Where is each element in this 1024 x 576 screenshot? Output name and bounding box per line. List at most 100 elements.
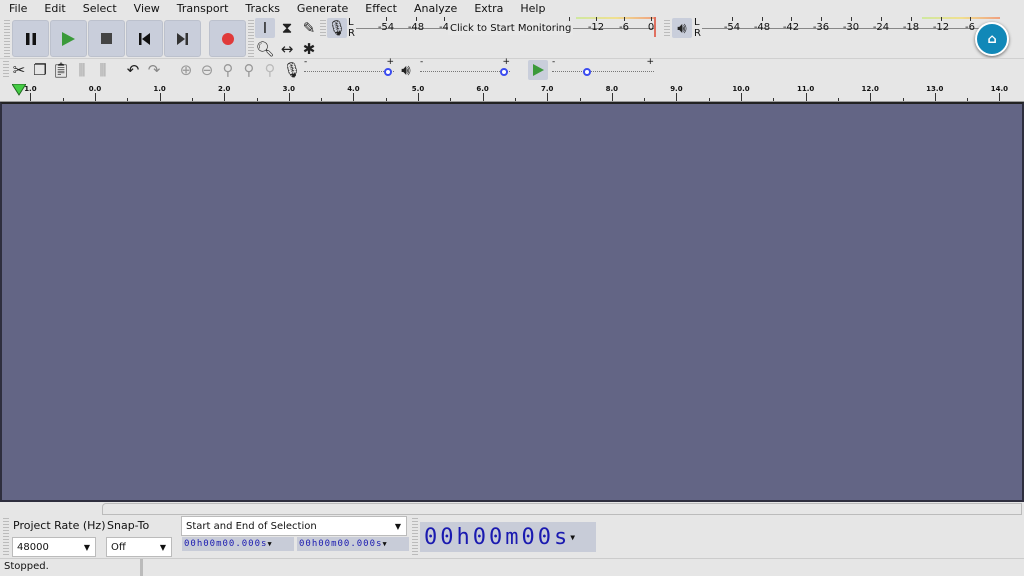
ruler-tick [870,93,872,101]
record-button[interactable] [209,20,246,57]
horizontal-scrollbar[interactable] [102,503,1022,515]
record-volume-slider[interactable]: - + [304,57,396,78]
paste-button[interactable]: 📋︎ [51,60,71,80]
ruler-label: 4.0 [347,85,360,93]
fit-selection-button[interactable]: ⚲ [218,60,238,80]
pause-button[interactable] [12,20,49,57]
meter-label: 0 [647,22,655,33]
timeshift-tool-button[interactable]: ↔ [277,39,297,59]
multi-tool-button[interactable]: ✱ [299,39,319,59]
trim-button[interactable]: ⫼ [72,60,92,80]
selection-end-time[interactable]: 00h00m00.000s ▼ [297,537,409,551]
menu-edit[interactable]: Edit [35,0,73,17]
channel-right: R [694,28,701,39]
ruler-minor-tick [773,98,775,101]
slider-thumb[interactable] [500,68,508,76]
tools-toolbar: I ⧗ ✎ 🔍︎ ↔ ✱ [255,18,320,59]
zoom-tool-button[interactable]: 🔍︎ [255,39,275,59]
ruler-label: 1.0 [24,85,37,93]
skip-to-end-button[interactable] [164,20,201,57]
play-speed-slider[interactable]: - + [552,57,656,78]
record-volume-icon-wrap: 🎙︎ [282,60,302,80]
seconds-unit: s [554,524,571,550]
selection-tool-button[interactable]: I [255,18,275,38]
toolbar-grip[interactable] [320,20,326,38]
project-rate-select[interactable]: 48000 ▼ [12,537,96,557]
camera-icon: ⌂ [987,31,997,47]
redo-icon: ↷ [147,61,161,79]
ruler-label: 11.0 [796,85,815,93]
zoom-out-button[interactable]: ⊖ [197,60,217,80]
menu-file[interactable]: File [0,0,35,17]
menu-tracks[interactable]: Tracks [236,0,288,17]
chevron-down-icon: ▼ [83,542,90,552]
track-area[interactable] [0,102,1024,502]
meter-label: -18 [902,22,920,33]
toolbar-grip[interactable] [664,20,670,38]
meter-label: -54 [723,22,741,33]
selection-start-time[interactable]: 00h00m00.000s ▼ [182,537,294,551]
ruler-tick [30,93,32,101]
edit-toolbar: ✂ ❐ 📋︎ ⫼ ⫼ ↶ ↷ ⊕ ⊖ ⚲ ⚲ ⚲ [9,60,280,80]
chevron-down-icon: ▼ [382,540,388,548]
selection-end-value: 00h00m00.000s [299,539,383,549]
silence-button[interactable]: ⫼ [93,60,113,80]
ruler-label: 8.0 [605,85,618,93]
ruler-tick [547,93,549,101]
copy-button[interactable]: ❐ [30,60,50,80]
playback-meter-button[interactable]: 🔊︎ [672,18,692,38]
ruler-minor-tick [967,98,969,101]
chevron-down-icon: ▼ [267,540,273,548]
playback-volume-slider[interactable]: - + [420,57,512,78]
selection-mode-select[interactable]: Start and End of Selection ▼ [181,516,407,536]
ruler-tick [418,93,419,101]
ruler-tick [741,93,742,101]
ruler-label: 9.0 [670,85,683,93]
meter-label: -36 [812,22,830,33]
minus-label: - [304,57,308,67]
slider-thumb[interactable] [582,68,591,76]
audio-position-time[interactable]: 00 h 00 m 00 s ▼ [420,522,596,552]
menu-generate[interactable]: Generate [288,0,356,17]
timeline-ruler[interactable]: 1.0 0.0 1.0 2.0 3.0 4.0 5.0 6.0 7.0 8.0 9.0 10.0 11.… [0,82,1024,102]
skip-start-icon [139,32,150,45]
stop-icon [101,33,112,44]
selection-start-value: 00h00m00.000s [184,539,268,549]
playback-meter[interactable]: -54 -48 -42 -36 -30 -24 -18 -12 -6 [702,0,1002,40]
play-at-speed-button[interactable] [528,60,548,80]
draw-tool-button[interactable]: ✎ [299,18,319,38]
zoom-in-button[interactable]: ⊕ [176,60,196,80]
monitor-prompt[interactable]: Click to Start Monitoring [448,22,574,35]
stop-button[interactable] [88,20,125,57]
cut-button[interactable]: ✂ [9,60,29,80]
menu-select[interactable]: Select [74,0,125,17]
ruler-tick [805,93,807,101]
fit-project-button[interactable]: ⚲ [239,60,259,80]
zoom-toggle-button[interactable]: ⚲ [260,60,280,80]
minutes-unit: m [505,524,522,550]
record-meter-button[interactable]: 🎙︎ [327,18,347,38]
slider-thumb[interactable] [384,68,392,76]
skip-to-start-button[interactable] [126,20,163,57]
snap-to-label: Snap-To [107,519,150,532]
toolbar-grip[interactable] [4,20,10,58]
ruler-minor-tick [902,98,904,101]
toolbar-grip[interactable] [248,20,254,58]
snap-to-select[interactable]: Off ▼ [106,537,172,557]
toolbar-grip[interactable] [3,518,9,555]
ruler-minor-tick [385,98,387,101]
meter-label: -6 [619,22,629,33]
clipboard-icon: 📋︎ [51,61,71,79]
envelope-tool-button[interactable]: ⧗ [277,18,297,38]
menu-transport[interactable]: Transport [168,0,237,17]
play-button[interactable] [50,20,87,57]
ruler-minor-tick [191,98,193,101]
toolbar-grip[interactable] [412,518,418,555]
screenshot-float-button[interactable]: ⌂ [975,22,1009,56]
zoom-in-icon: ⊕ [179,61,193,79]
undo-button[interactable]: ↶ [123,60,143,80]
hours: 00 [424,524,457,550]
minus-label: - [552,57,556,67]
menu-view[interactable]: View [125,0,168,17]
redo-button[interactable]: ↷ [144,60,164,80]
